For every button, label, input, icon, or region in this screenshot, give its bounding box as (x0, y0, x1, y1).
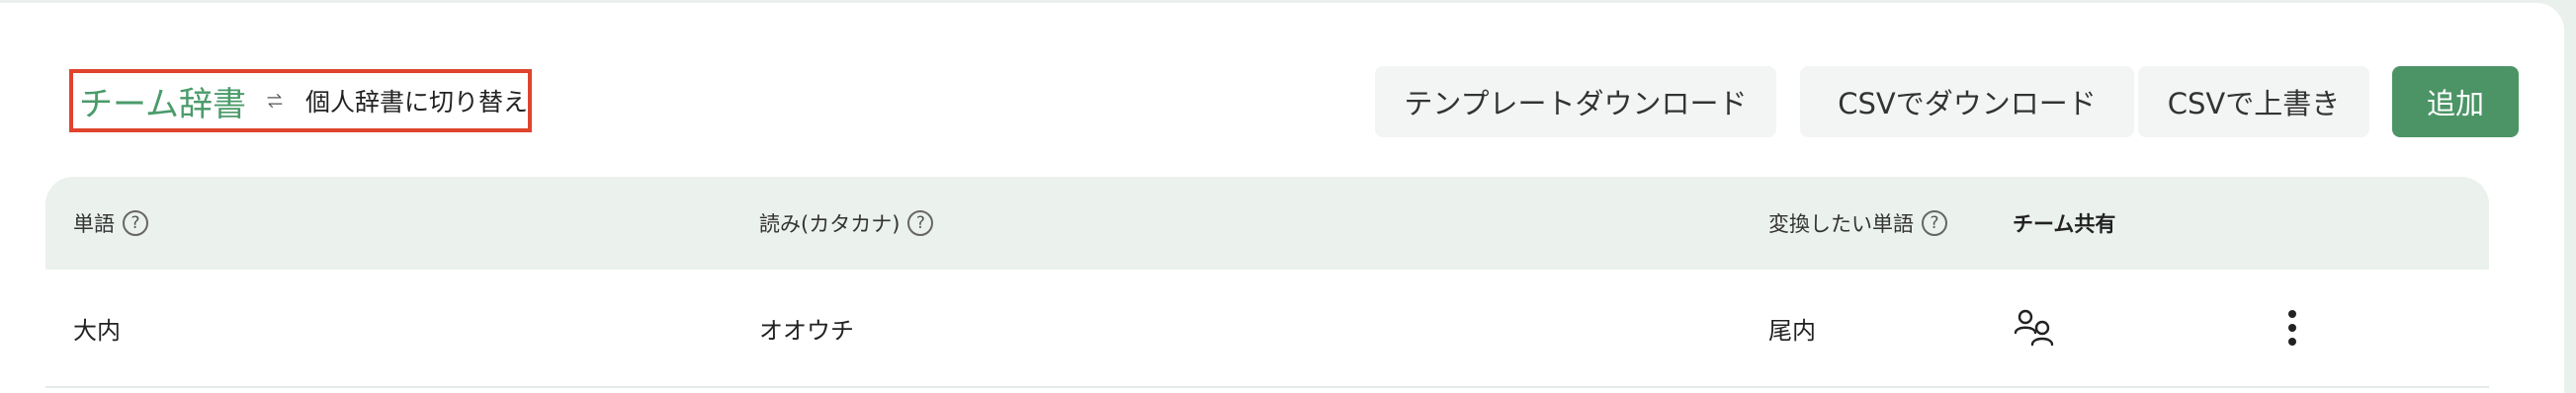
page-title: チーム辞書 (79, 84, 246, 124)
column-header-convert-to: 変換したい単語 ? (1768, 177, 1947, 270)
table-header: 単語 ? 読み(カタカナ) ? 変換したい単語 ? チーム共有 (45, 177, 2489, 270)
column-header-label: チーム共有 (2013, 212, 2116, 236)
dictionary-title-box: チーム辞書 個人辞書に切り替え (69, 69, 532, 132)
team-shared-icon (2014, 309, 2054, 347)
help-icon[interactable]: ? (907, 210, 934, 236)
add-button[interactable]: 追加 (2392, 66, 2519, 137)
help-icon[interactable]: ? (123, 210, 148, 236)
template-download-button[interactable]: テンプレートダウンロード (1375, 66, 1776, 137)
column-header-word: 単語 ? (73, 177, 148, 270)
dictionary-panel: チーム辞書 個人辞書に切り替え テンプレートダウンロード CSVでダウンロード … (0, 3, 2564, 393)
switch-to-personal-dictionary-link[interactable]: 個人辞書に切り替え (305, 83, 528, 118)
cell-reading: オオウチ (759, 316, 854, 345)
cell-team-shared (2013, 270, 2058, 386)
cell-word: 大内 (73, 316, 121, 345)
column-header-label: 単語 (73, 212, 115, 236)
column-header-team-shared: チーム共有 (2013, 177, 2115, 270)
cell-actions (2287, 270, 2297, 386)
csv-download-button[interactable]: CSVでダウンロード (1800, 66, 2134, 137)
swap-arrows-icon[interactable] (266, 86, 284, 116)
column-header-label: 読み(カタカナ) (759, 212, 901, 236)
more-vertical-icon[interactable] (2287, 309, 2297, 347)
cell-convert-to: 尾内 (1768, 316, 1816, 345)
column-header-label: 変換したい単語 (1768, 212, 1914, 236)
csv-overwrite-button[interactable]: CSVで上書き (2138, 66, 2369, 137)
table-row[interactable]: 大内 オオウチ 尾内 (45, 270, 2489, 388)
help-icon[interactable]: ? (1922, 210, 1947, 236)
column-header-reading: 読み(カタカナ) ? (759, 177, 934, 270)
